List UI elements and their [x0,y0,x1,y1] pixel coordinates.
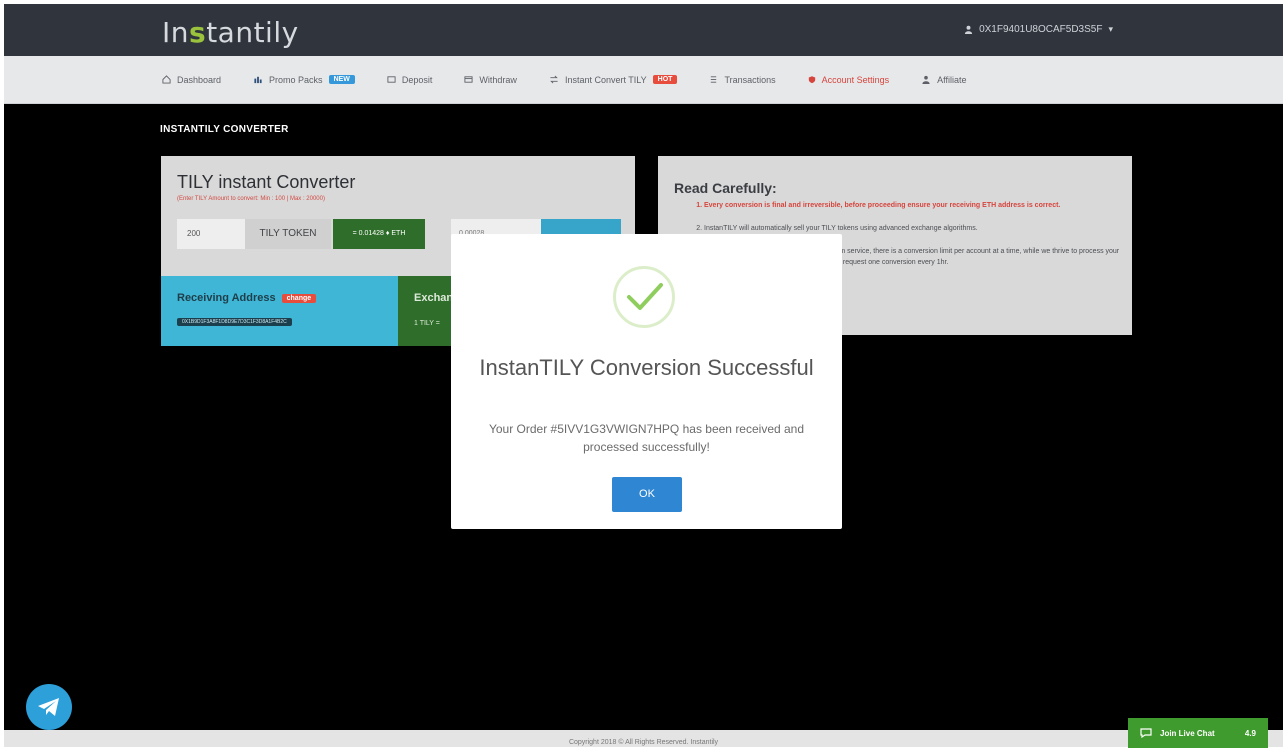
ok-button[interactable]: OK [612,477,682,512]
copyright-text: Copyright 2018 © All Rights Reserved. In… [568,739,719,746]
app-frame: Instantily 0X1F9401U8OCAF5D3S5F ▾ Dashbo… [4,4,1283,747]
footer: Copyright 2018 © All Rights Reserved. In… [4,730,1283,747]
success-dialog: InstanTILY Conversion Successful Your Or… [451,234,842,529]
telegram-button[interactable] [26,684,72,730]
success-check-icon [613,266,675,328]
dialog-message: Your Order #5IVV1G3VWIGN7HPQ has been re… [488,422,805,454]
dialog-title: InstanTILY Conversion Successful [479,355,814,380]
chat-bubble-icon [1140,728,1152,738]
live-chat-button[interactable]: Join Live Chat 4.9 [1128,718,1268,748]
live-chat-label: Join Live Chat [1160,728,1215,738]
live-chat-rating: 4.9 [1244,728,1256,738]
telegram-icon [38,698,59,716]
